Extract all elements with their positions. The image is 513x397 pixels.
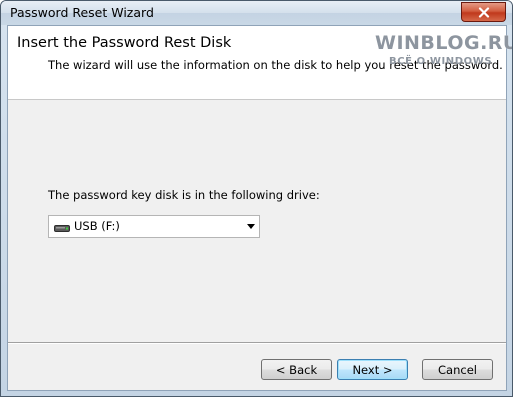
wizard-window: Password Reset Wizard Insert the Passwor… xyxy=(0,0,513,397)
watermark-sub-text: ВСЁ О WINDOWS xyxy=(389,56,493,67)
window-title: Password Reset Wizard xyxy=(10,5,154,20)
chevron-down-icon[interactable] xyxy=(247,224,255,229)
page-title: Insert the Password Rest Disk xyxy=(17,35,232,51)
drive-label: The password key disk is in the followin… xyxy=(48,188,320,202)
drive-selected-value: USB (F:) xyxy=(74,219,120,233)
footer-divider xyxy=(8,342,506,344)
watermark-main-text: WINBLOG.RU xyxy=(375,32,513,54)
wizard-header: Insert the Password Rest Disk The wizard… xyxy=(8,26,512,100)
drive-dropdown[interactable]: USB (F:) xyxy=(48,215,260,238)
next-button[interactable]: Next > xyxy=(337,359,408,380)
title-bar[interactable]: Password Reset Wizard xyxy=(1,1,512,25)
wizard-client-area: Insert the Password Rest Disk The wizard… xyxy=(7,25,512,391)
back-button[interactable]: < Back xyxy=(261,359,332,380)
close-icon xyxy=(478,6,490,18)
usb-drive-icon xyxy=(54,222,70,236)
close-button[interactable] xyxy=(461,2,506,22)
watermark-logo: WINBLOG.RU ВСЁ О WINDOWS xyxy=(363,28,512,72)
cancel-button[interactable]: Cancel xyxy=(422,359,493,380)
